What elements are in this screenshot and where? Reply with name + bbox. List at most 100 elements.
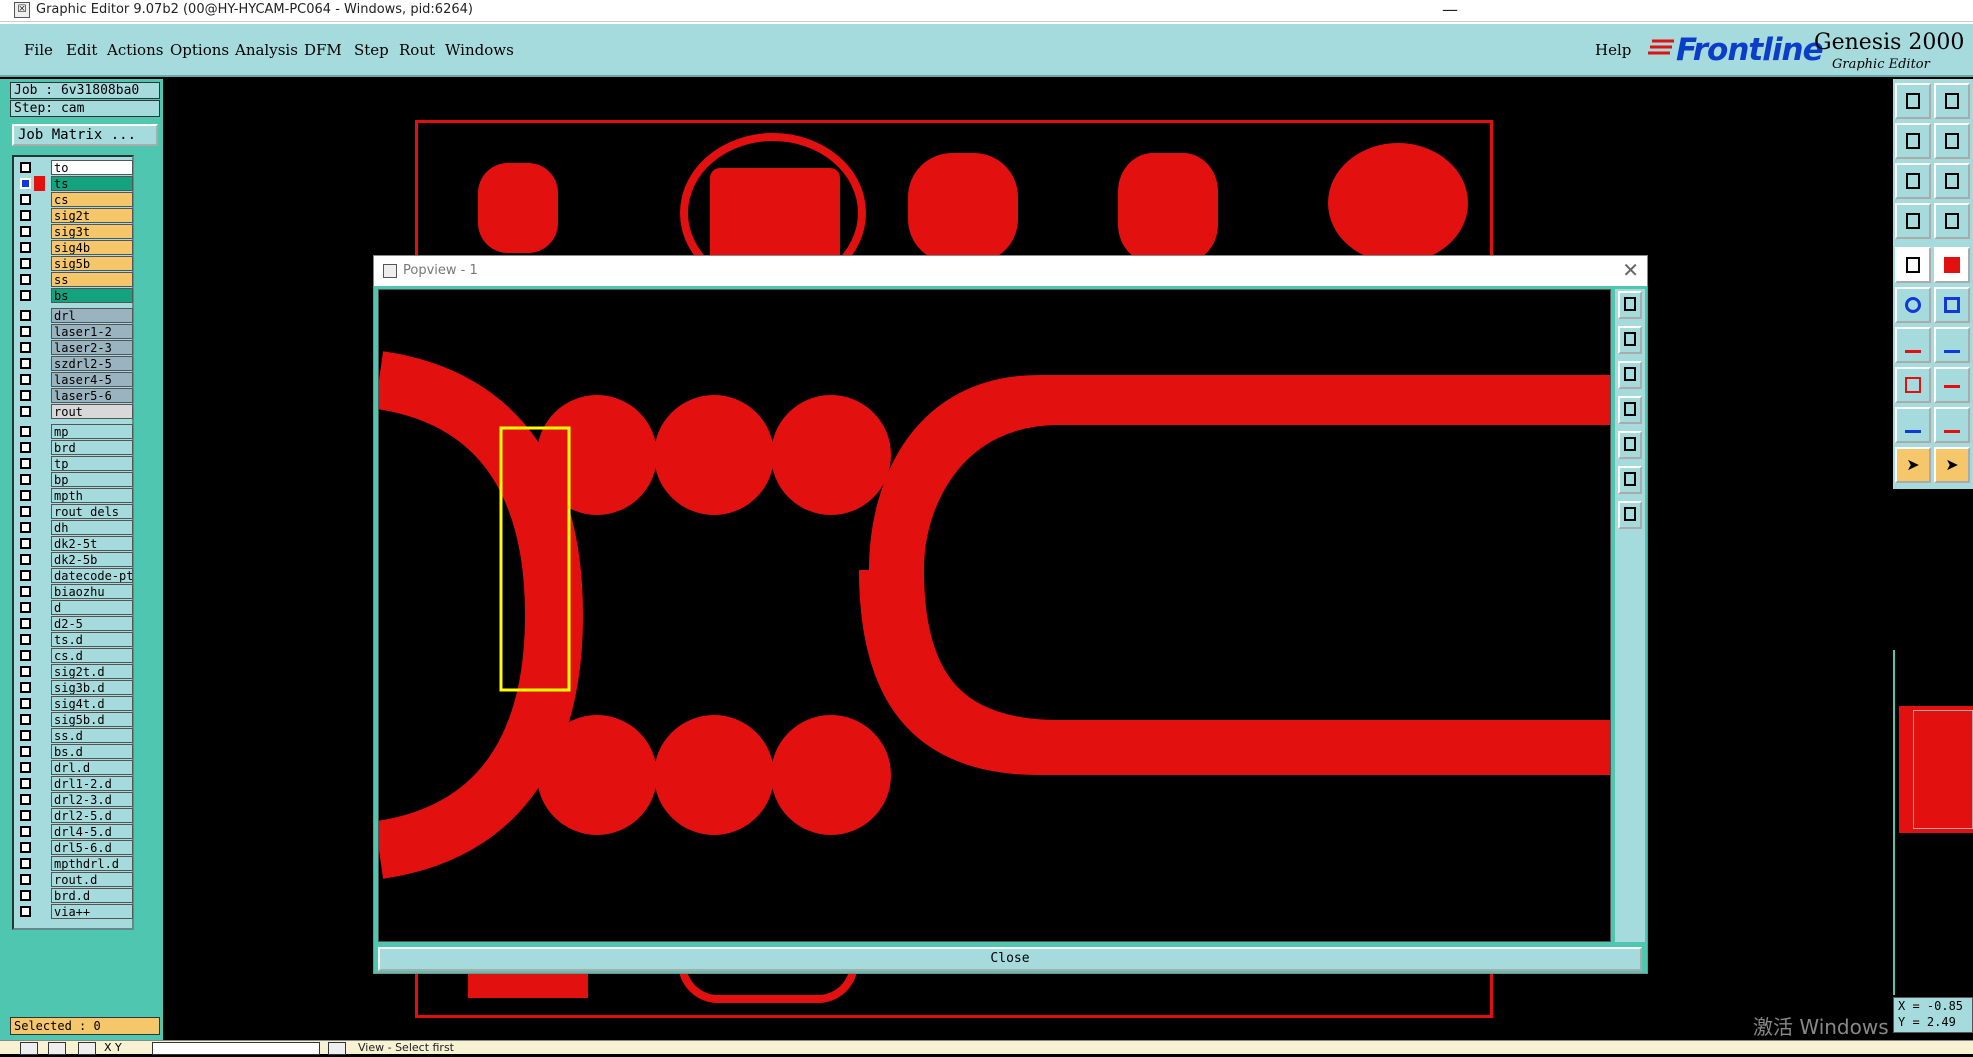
layer-name[interactable]: biaozhu <box>51 584 133 599</box>
layer-name[interactable]: drl2-3.d <box>51 792 133 807</box>
layer-row[interactable]: dh <box>16 520 133 535</box>
layer-name[interactable]: d2-5 <box>51 616 133 631</box>
layer-name[interactable]: ts.d <box>51 632 133 647</box>
layer-row[interactable]: ss <box>16 272 133 287</box>
snap-icon[interactable] <box>1895 203 1931 239</box>
layer-checkbox[interactable] <box>20 746 31 757</box>
layer-row[interactable]: brd <box>16 440 133 455</box>
layer-name[interactable]: tp <box>51 456 133 471</box>
layer-checkbox[interactable] <box>20 522 31 533</box>
layer-name[interactable]: laser4-5 <box>51 372 133 387</box>
menu-edit[interactable]: Edit <box>66 41 97 59</box>
triangle-red-icon[interactable] <box>1934 407 1970 443</box>
layer-name[interactable]: laser2-3 <box>51 340 133 355</box>
layer-row[interactable]: drl2-3.d <box>16 792 133 807</box>
layer-name[interactable]: brd <box>51 440 133 455</box>
layer-checkbox[interactable] <box>20 634 31 645</box>
layer-checkbox[interactable] <box>20 242 31 253</box>
layer-checkbox[interactable] <box>20 358 31 369</box>
pan-up-icon[interactable] <box>1895 83 1931 119</box>
layer-checkbox[interactable] <box>20 538 31 549</box>
layer-checkbox[interactable] <box>20 586 31 597</box>
menu-file[interactable]: File <box>24 41 53 59</box>
layer-row[interactable]: tp <box>16 456 133 471</box>
layer-row[interactable]: bp <box>16 472 133 487</box>
layer-checkbox[interactable] <box>20 458 31 469</box>
layer-checkbox[interactable] <box>20 570 31 581</box>
layer-name[interactable]: drl.d <box>51 760 133 775</box>
diagonal-icon[interactable] <box>1934 327 1970 363</box>
layer-row[interactable]: laser4-5 <box>16 372 133 387</box>
layer-name[interactable]: cs <box>51 192 133 207</box>
layer-row[interactable]: brd.d <box>16 888 133 903</box>
pan-left-icon[interactable] <box>1895 123 1931 159</box>
layer-checkbox[interactable] <box>20 426 31 437</box>
layer-checkbox[interactable] <box>20 906 31 917</box>
layer-checkbox[interactable] <box>20 794 31 805</box>
job-matrix-button[interactable]: Job Matrix ... <box>12 124 158 146</box>
layer-name[interactable]: rout_dels <box>51 504 133 519</box>
popview-canvas[interactable] <box>378 289 1611 942</box>
status-input[interactable] <box>152 1042 320 1055</box>
pan-down-icon[interactable] <box>1618 361 1642 389</box>
layer-row[interactable]: bs.d <box>16 744 133 759</box>
pan-right-icon[interactable] <box>1618 431 1642 459</box>
layer-name[interactable]: szdrl2-5 <box>51 356 133 371</box>
layer-row[interactable]: rout.d <box>16 872 133 887</box>
layer-name[interactable]: bs <box>51 288 133 303</box>
layer-row[interactable]: cs.d <box>16 648 133 663</box>
layer-checkbox[interactable] <box>20 390 31 401</box>
layer-name[interactable]: sig5b.d <box>51 712 133 727</box>
menu-help[interactable]: Help <box>1595 41 1631 59</box>
layer-name[interactable]: to <box>51 160 133 175</box>
layer-row[interactable]: sig3b.d <box>16 680 133 695</box>
pad-icon[interactable] <box>1895 367 1931 403</box>
layer-row[interactable]: drl.d <box>16 760 133 775</box>
layer-checkbox[interactable] <box>20 666 31 677</box>
layer-checkbox[interactable] <box>20 778 31 789</box>
layer-row[interactable]: drl5-6.d <box>16 840 133 855</box>
zoom-out-icon[interactable] <box>1934 163 1970 199</box>
menu-dfm[interactable]: DFM <box>304 41 342 59</box>
layer-checkbox[interactable] <box>20 258 31 269</box>
layer-name[interactable]: drl2-5.d <box>51 808 133 823</box>
layer-name[interactable]: sig2t <box>51 208 133 223</box>
layer-name[interactable]: brd.d <box>51 888 133 903</box>
pointer-alt-icon[interactable]: ➤ <box>1934 447 1970 483</box>
layer-row[interactable]: d2-5 <box>16 616 133 631</box>
layer-row[interactable]: dk2-5t <box>16 536 133 551</box>
layer-checkbox[interactable] <box>20 162 31 173</box>
layer-row[interactable]: sig5b.d <box>16 712 133 727</box>
layer-checkbox[interactable] <box>20 326 31 337</box>
layer-row[interactable]: laser2-3 <box>16 340 133 355</box>
layer-row[interactable]: mpth <box>16 488 133 503</box>
layer-name[interactable]: rout <box>51 404 133 419</box>
layer-checkbox[interactable] <box>20 650 31 661</box>
layer-name[interactable]: drl <box>51 308 133 323</box>
layer-checkbox[interactable] <box>20 310 31 321</box>
layer-name[interactable]: dh <box>51 520 133 535</box>
layer-checkbox[interactable] <box>20 682 31 693</box>
layer-row[interactable]: to <box>16 160 133 175</box>
menu-rout[interactable]: Rout <box>399 41 435 59</box>
layer-name[interactable]: via++ <box>51 904 133 919</box>
layer-checkbox[interactable] <box>20 826 31 837</box>
layer-row[interactable]: laser5-6 <box>16 388 133 403</box>
layer-name[interactable]: sig3b.d <box>51 680 133 695</box>
menu-step[interactable]: Step <box>354 41 389 59</box>
layer-name[interactable]: laser1-2 <box>51 324 133 339</box>
layer-name[interactable]: laser5-6 <box>51 388 133 403</box>
layer-checkbox[interactable] <box>20 442 31 453</box>
dash-icon[interactable] <box>1934 367 1970 403</box>
layer-row[interactable]: rout <box>16 404 133 419</box>
layer-checkbox[interactable] <box>20 406 31 417</box>
layer-checkbox[interactable] <box>20 274 31 285</box>
layer-checkbox[interactable] <box>20 178 31 189</box>
zoom-in-icon[interactable] <box>1895 163 1931 199</box>
pointer-icon[interactable]: ➤ <box>1895 447 1931 483</box>
layer-row[interactable]: sig5b <box>16 256 133 271</box>
layer-checkbox[interactable] <box>20 226 31 237</box>
layer-row[interactable]: cs <box>16 192 133 207</box>
popview-close-button[interactable]: Close <box>378 947 1642 971</box>
layer-checkbox[interactable] <box>20 714 31 725</box>
